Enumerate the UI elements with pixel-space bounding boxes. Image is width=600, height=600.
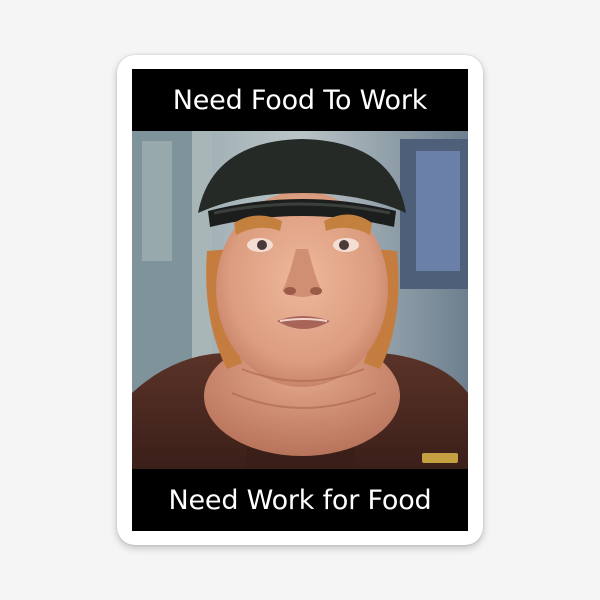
man-portrait-image — [132, 131, 468, 469]
meme-photo — [132, 131, 468, 469]
bottom-caption: Need Work for Food — [132, 469, 468, 531]
meme-card: Need Food To Work Need Work for Food — [132, 69, 468, 531]
sticker: Need Food To Work Need Work for Food — [117, 55, 483, 545]
top-caption: Need Food To Work — [132, 69, 468, 131]
